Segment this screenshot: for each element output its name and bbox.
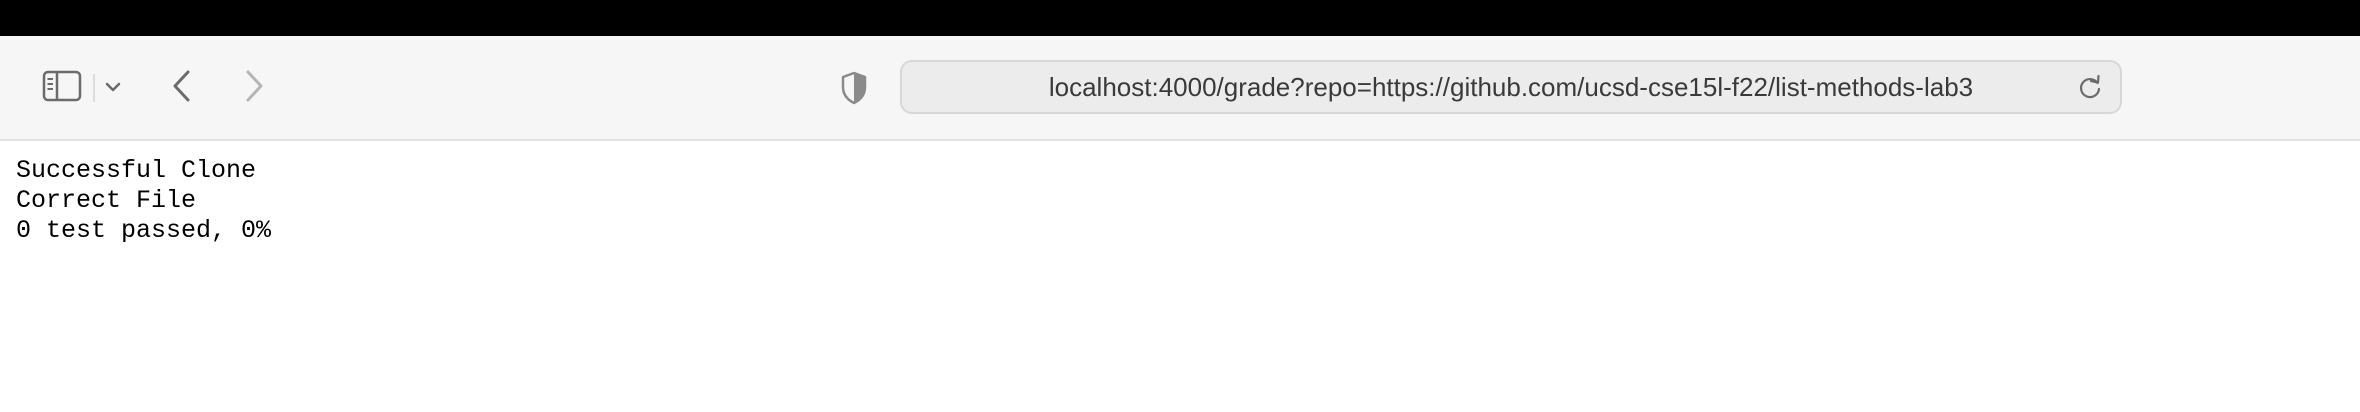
privacy-report-button[interactable] (832, 66, 876, 110)
chevron-down-icon (105, 82, 121, 92)
file-status-line: Correct File (16, 186, 197, 215)
url-text[interactable]: localhost:4000/grade?repo=https://github… (902, 62, 2060, 112)
sidebar-icon (42, 70, 82, 102)
browser-toolbar: localhost:4000/grade?repo=https://github… (0, 36, 2360, 141)
toolbar-divider (93, 74, 95, 102)
forward-arrow-icon (246, 70, 263, 102)
reload-icon (2080, 75, 2101, 99)
back-button[interactable] (160, 64, 204, 108)
sidebar-toggle-button[interactable] (36, 66, 88, 106)
page-content: Successful Clone Correct File 0 test pas… (16, 156, 271, 246)
back-arrow-icon (173, 70, 190, 102)
shield-icon (841, 71, 867, 105)
tab-groups-button[interactable] (98, 72, 128, 102)
test-result-line: 0 test passed, 0% (16, 216, 272, 245)
clone-status-line: Successful Clone (16, 156, 257, 185)
forward-button[interactable] (232, 64, 276, 108)
menu-bar (0, 0, 2360, 36)
reload-button[interactable] (2074, 72, 2106, 104)
address-bar[interactable]: localhost:4000/grade?repo=https://github… (900, 60, 2122, 114)
